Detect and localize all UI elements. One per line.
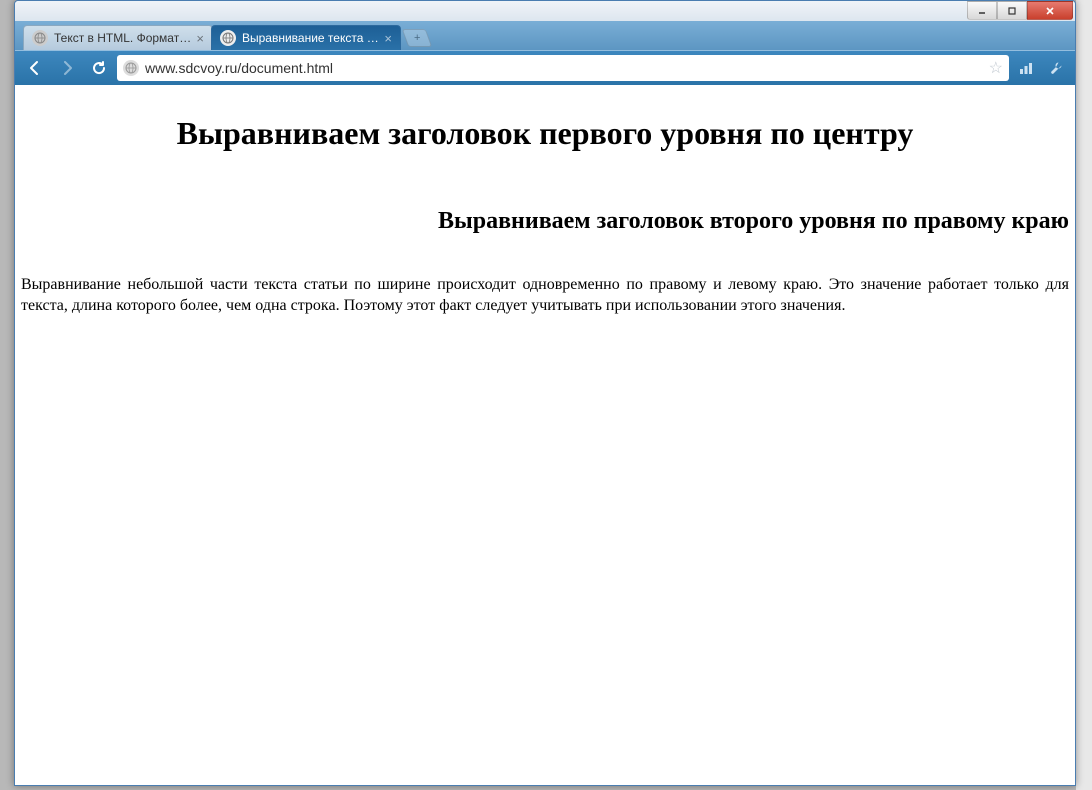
nav-toolbar: www.sdcvoy.ru/document.html ☆: [15, 51, 1075, 85]
bookmark-star-icon[interactable]: ☆: [989, 58, 1003, 78]
browser-window: Текст в HTML. Форматиро × Выравнивание т…: [14, 0, 1076, 786]
address-bar[interactable]: www.sdcvoy.ru/document.html ☆: [117, 55, 1009, 81]
heading-2-right: Выравниваем заголовок второго уровня по …: [21, 208, 1069, 235]
window-controls: [967, 1, 1075, 21]
heading-1-center: Выравниваем заголовок первого уровня по …: [21, 115, 1069, 152]
window-titlebar[interactable]: [15, 1, 1075, 21]
url-text: www.sdcvoy.ru/document.html: [145, 60, 983, 76]
tab-2-active[interactable]: Выравнивание текста в до ×: [211, 25, 401, 50]
maximize-button[interactable]: [997, 1, 1027, 20]
tab-title: Текст в HTML. Форматиро: [54, 31, 192, 45]
close-button[interactable]: [1027, 1, 1073, 20]
back-button[interactable]: [21, 55, 49, 81]
desktop-background: [1076, 0, 1092, 790]
minimize-button[interactable]: [967, 1, 997, 20]
page-content: Выравниваем заголовок первого уровня по …: [15, 85, 1075, 785]
globe-icon: [220, 30, 236, 46]
paragraph-justify: Выравнивание небольшой части текста стат…: [21, 275, 1069, 317]
reload-button[interactable]: [85, 55, 113, 81]
globe-icon: [32, 30, 48, 46]
new-tab-button[interactable]: +: [402, 29, 433, 47]
close-icon[interactable]: ×: [384, 31, 392, 46]
close-icon[interactable]: ×: [196, 31, 204, 46]
tab-title: Выравнивание текста в до: [242, 31, 380, 45]
forward-button[interactable]: [53, 55, 81, 81]
tab-strip: Текст в HTML. Форматиро × Выравнивание т…: [15, 21, 1075, 51]
tab-1[interactable]: Текст в HTML. Форматиро ×: [23, 25, 213, 50]
stats-icon[interactable]: [1013, 55, 1039, 81]
wrench-icon[interactable]: [1043, 55, 1069, 81]
plus-icon: +: [414, 32, 420, 44]
globe-icon: [123, 60, 139, 76]
